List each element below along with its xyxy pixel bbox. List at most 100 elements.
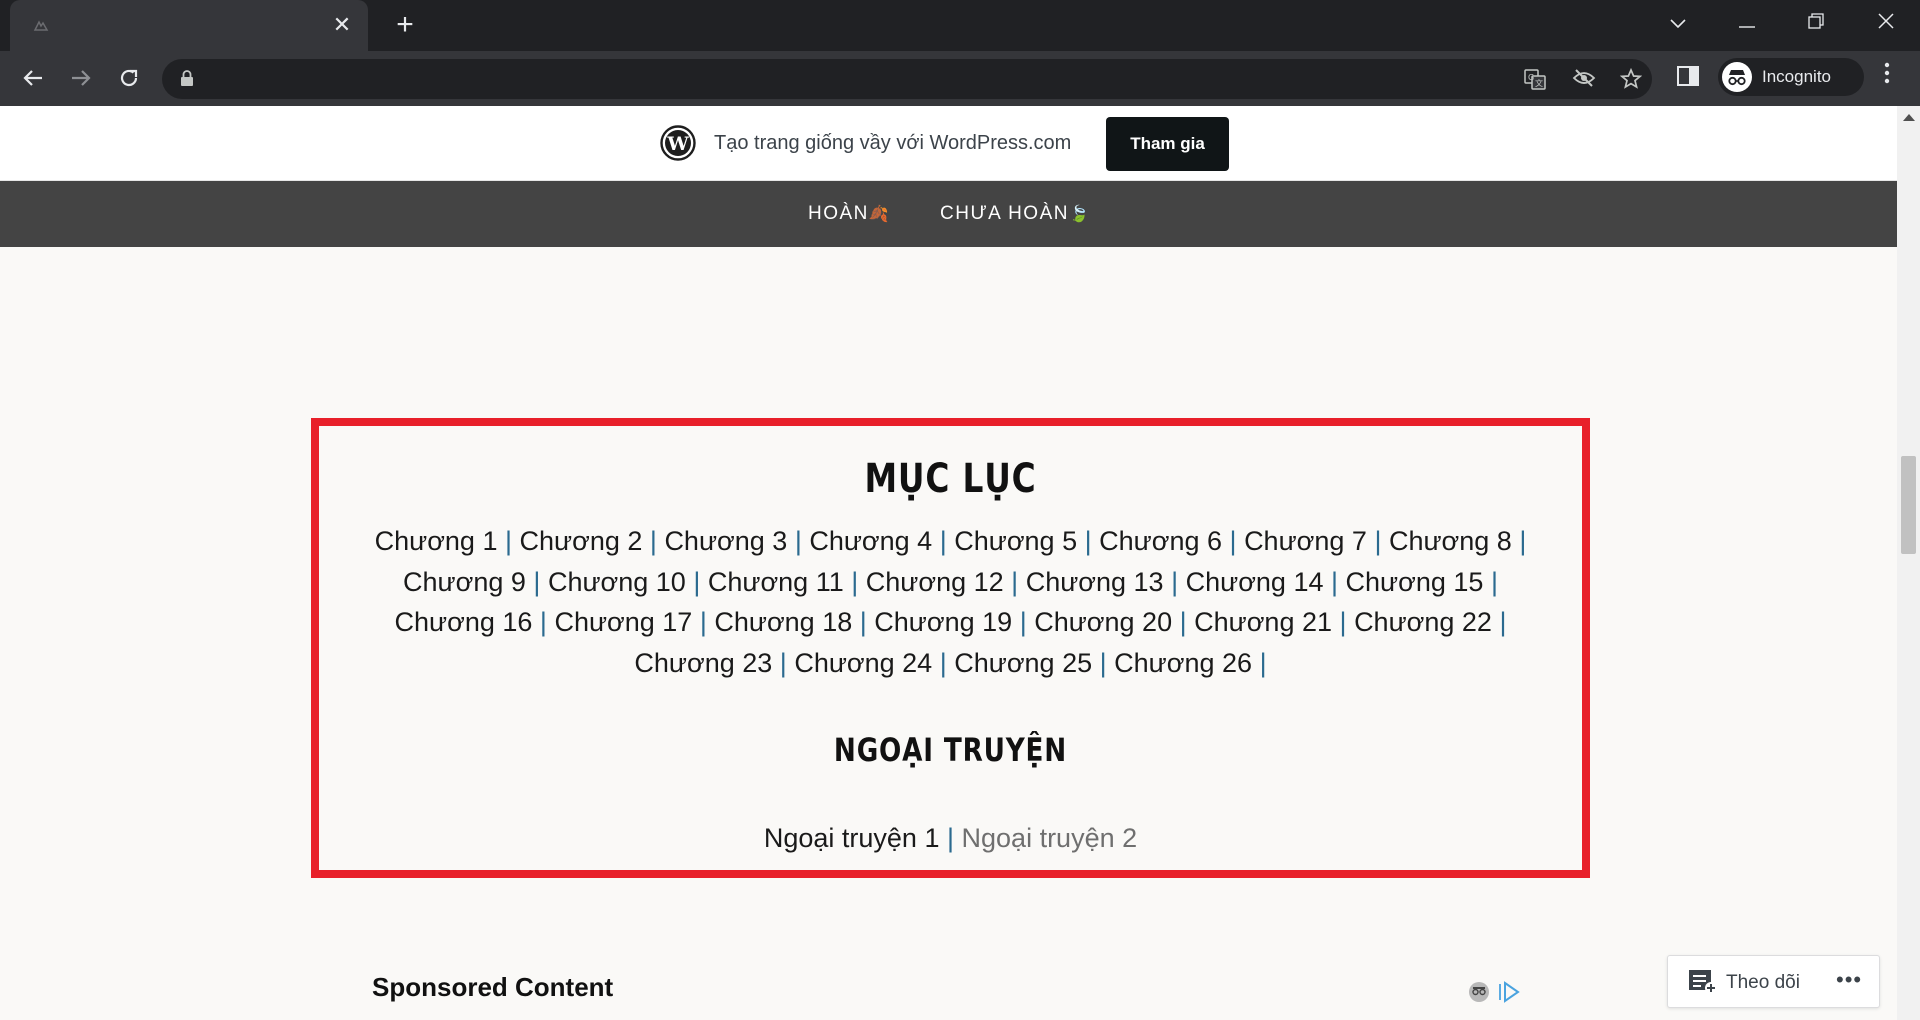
chapter-link[interactable]: Chương 16 (395, 607, 533, 637)
scrollbar-thumb[interactable] (1901, 456, 1916, 554)
chapter-link[interactable]: Chương 11 (708, 567, 844, 597)
scroll-up-arrow-icon[interactable] (1903, 114, 1915, 121)
separator: | (533, 566, 541, 597)
separator: | (539, 607, 547, 637)
chapter-link[interactable]: Chương 7 (1244, 526, 1367, 556)
address-bar[interactable]: G文 (162, 59, 1652, 99)
separator: | (699, 607, 707, 637)
chapter-link[interactable]: Chương 18 (714, 607, 852, 637)
more-options-icon[interactable]: ••• (1836, 956, 1862, 1004)
separator: | (939, 526, 947, 556)
tab-search-icon[interactable] (1658, 8, 1698, 38)
extra-chapters-title: NGOẠI TRUYỆN (833, 731, 1068, 769)
incognito-button[interactable]: Incognito (1718, 58, 1864, 96)
wordpress-banner: W Tạo trang giống vầy với WordPress.com … (0, 106, 1897, 181)
chapter-link[interactable]: Chương 10 (548, 567, 686, 597)
chapter-link[interactable]: Chương 5 (954, 526, 1077, 556)
browser-menu-icon[interactable] (1872, 62, 1902, 92)
menu-item-chua-hoan[interactable]: CHƯA HOÀN🍃 (940, 181, 1089, 248)
separator: | (1179, 607, 1187, 637)
incognito-icon (1722, 62, 1752, 92)
autumn-leaf-icon: 🍂 (868, 206, 889, 223)
chapter-link[interactable]: Chương 2 (520, 526, 643, 556)
chapter-link[interactable]: Chương 24 (794, 648, 932, 678)
new-tab-button[interactable]: + (390, 10, 420, 40)
separator: | (851, 566, 859, 597)
site-favicon-icon (32, 17, 50, 35)
extra-chapter-link[interactable]: Ngoại truyện 1 (764, 823, 940, 853)
menu-item-hoan[interactable]: HOÀN🍂 (808, 181, 889, 248)
separator: | (1519, 526, 1527, 556)
web-page: W Tạo trang giống vầy với WordPress.com … (0, 106, 1897, 1020)
separator: | (1229, 526, 1237, 556)
wordpress-banner-text[interactable]: Tạo trang giống vầy với WordPress.com (714, 130, 1071, 156)
separator: | (1171, 566, 1179, 597)
browser-tab-bar: ✕ + (0, 0, 1920, 51)
sponsored-content-title: Sponsored Content (372, 972, 614, 1002)
separator: | (649, 526, 657, 556)
separator: | (505, 526, 513, 556)
chapter-link[interactable]: Chương 1 (375, 526, 498, 556)
separator: | (1499, 607, 1507, 637)
close-window-icon[interactable] (1866, 8, 1906, 38)
reload-icon[interactable] (112, 63, 146, 97)
browser-toolbar: G文 Incognito (0, 51, 1920, 106)
restore-icon[interactable] (1796, 8, 1836, 38)
chapter-link[interactable]: Chương 20 (1034, 607, 1172, 637)
ad-choices-icon[interactable] (1468, 979, 1524, 1005)
incognito-label: Incognito (1762, 67, 1831, 86)
chapter-link[interactable]: Chương 19 (874, 607, 1012, 637)
chapter-link[interactable]: Chương 22 (1354, 607, 1492, 637)
chapter-link[interactable]: Chương 12 (866, 567, 1004, 597)
svg-text:W: W (666, 133, 689, 155)
follow-widget[interactable]: Theo dõi ••• (1667, 955, 1880, 1008)
site-menu: HOÀN🍂 CHƯA HOÀN🍃 (0, 181, 1897, 247)
chapter-link[interactable]: Chương 23 (634, 648, 772, 678)
chapter-link[interactable]: Chương 14 (1186, 567, 1324, 597)
chapter-link[interactable]: Chương 25 (954, 648, 1092, 678)
extra-chapter-list: Ngoại truyện 1 | Ngoại truyện 2 (319, 818, 1582, 858)
separator: | (779, 647, 787, 678)
chapter-link[interactable]: Chương 13 (1026, 567, 1164, 597)
back-icon[interactable] (16, 63, 50, 97)
green-leaf-icon: 🍃 (1068, 206, 1089, 223)
separator: | (1374, 526, 1382, 556)
separator: | (859, 607, 867, 637)
chapter-link[interactable]: Chương 21 (1194, 607, 1332, 637)
chapter-link[interactable]: Chương 26 (1114, 648, 1252, 678)
toc-title: MỤC LỤC (864, 456, 1037, 502)
chapter-link[interactable]: Chương 17 (554, 607, 692, 637)
forward-icon[interactable] (64, 63, 98, 97)
separator: | (1331, 566, 1339, 597)
table-of-contents: MỤC LỤC Chương 1 | Chương 2 | Chương 3 |… (311, 418, 1590, 878)
wordpress-logo-icon[interactable]: W (660, 125, 696, 161)
join-button[interactable]: Tham gia (1106, 117, 1229, 171)
browser-tab[interactable]: ✕ (10, 0, 368, 51)
separator: | (1339, 607, 1347, 637)
close-tab-icon[interactable]: ✕ (330, 13, 354, 37)
chapter-link[interactable]: Chương 4 (809, 526, 932, 556)
eye-off-icon[interactable] (1572, 68, 1596, 92)
chapter-link[interactable]: Chương 9 (403, 567, 526, 597)
url-input[interactable] (210, 59, 1460, 99)
svg-text:文: 文 (1535, 78, 1543, 88)
side-panel-icon[interactable] (1676, 64, 1702, 90)
minimize-icon[interactable] (1727, 8, 1767, 38)
translate-icon[interactable]: G文 (1523, 68, 1547, 92)
follow-label: Theo dõi (1726, 972, 1800, 993)
separator: | (1011, 566, 1019, 597)
chapter-link[interactable]: Chương 3 (664, 526, 787, 556)
separator: | (1259, 647, 1267, 678)
chapter-list: Chương 1 | Chương 2 | Chương 3 | Chương … (369, 521, 1532, 683)
bookmark-star-icon[interactable] (1619, 67, 1643, 92)
extra-chapter-link[interactable]: Ngoại truyện 2 (962, 823, 1138, 853)
lock-icon[interactable] (180, 70, 194, 86)
chapter-link[interactable]: Chương 8 (1389, 526, 1512, 556)
chapter-link[interactable]: Chương 6 (1099, 526, 1222, 556)
separator: | (794, 526, 802, 556)
separator: | (1099, 647, 1107, 678)
separator: | (693, 566, 701, 597)
chapter-link[interactable]: Chương 15 (1346, 567, 1484, 597)
page-scrollbar[interactable] (1897, 106, 1920, 1020)
svg-text:G: G (1528, 73, 1534, 82)
